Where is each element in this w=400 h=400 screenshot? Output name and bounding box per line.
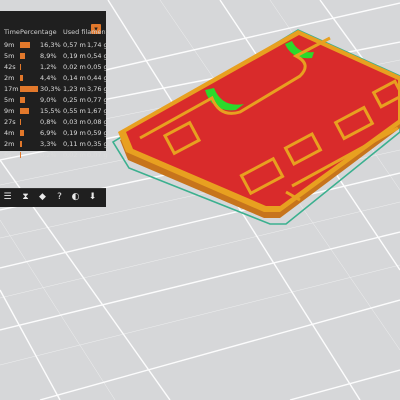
legend-row: 2m 4,4% 0,14 m 0,44 g [0,73,108,84]
legend-row: 5m 9,0% 0,25 m 0,77 g [0,95,108,106]
sphere-icon[interactable]: ◐ [70,192,81,203]
row-percent: 1,2% [40,63,57,71]
row-length: 0,03 m [63,118,86,126]
row-length: 0,19 m [63,52,86,60]
row-time: 6s [4,151,12,159]
row-time: 9m [4,41,15,49]
row-time: 9m [4,107,15,115]
legend-row: 4m 6,9% 0,19 m 0,59 g [0,128,108,139]
row-percent: 6,9% [40,129,57,137]
row-percent: 16,3% [40,41,61,49]
row-length: 0,14 m [63,74,86,82]
legend-row: 2m 3,3% 0,11 m 0,35 g [0,139,108,150]
view-toolbar: ☰ ⧗ ◆ ? ◐ ⬇ [0,188,106,207]
legend-row: 9m 15,5% 0,55 m 1,67 g [0,106,108,117]
row-time: 27s [4,118,16,126]
column-used-filament: Used filament [63,28,109,36]
legend-row: 42s 1,2% 0,02 m 0,05 g [0,62,108,73]
percentage-bar [20,119,21,125]
row-percent: 3,3% [40,140,57,148]
legend-row: 27s 0,8% 0,03 m 0,08 g [0,117,108,128]
percentage-bar [20,75,23,81]
legend-row: 9m 16,3% 0,57 m 1,74 g [0,40,108,51]
row-weight: 1,67 g [87,107,108,115]
legend-header: Time Percentage Used filament [0,28,109,38]
row-percent: 0,2% [40,151,57,159]
row-weight: 0,44 g [87,74,108,82]
percentage-bar [20,64,21,70]
row-percent: 8,9% [40,52,57,60]
row-time: 5m [4,52,15,60]
row-percent: 4,4% [40,74,57,82]
percentage-bar [20,97,26,103]
row-time: 2m [4,74,15,82]
row-weight: 0,07 g [87,151,108,159]
row-length: 0,25 m [63,96,86,104]
percentage-bar [20,53,26,59]
percentage-bar [20,42,30,48]
row-time: 17m [4,85,19,93]
row-weight: 0,35 g [87,140,108,148]
layers-icon[interactable]: ☰ [2,192,13,203]
row-weight: 1,74 g [87,41,108,49]
legend-row: 17m 30,3% 1,23 m 3,76 g [0,84,108,95]
column-percentage: Percentage [20,28,57,36]
row-time: 2m [4,140,15,148]
row-time: 42s [4,63,16,71]
legend-row: 5m 8,9% 0,19 m 0,54 g [0,51,108,62]
percentage-bar [20,152,21,158]
percentage-bar [20,86,38,92]
row-length: 1,23 m [63,85,86,93]
row-length: 0,19 m [63,129,86,137]
row-length: 0,02 m [63,63,86,71]
row-percent: 0,8% [40,118,57,126]
row-percent: 9,0% [40,96,57,104]
row-weight: 0,54 g [87,52,108,60]
percentage-bar [20,141,22,147]
download-icon[interactable]: ⬇ [87,192,98,203]
row-weight: 0,59 g [87,129,108,137]
row-percent: 15,5% [40,107,61,115]
percentage-bar [20,108,30,114]
column-time: Time [4,28,20,36]
legend-panel: ▾ Time Percentage Used filament 9m 16,3% 0… [0,11,109,159]
row-length: 0,02 m [63,151,86,159]
row-percent: 30,3% [40,85,61,93]
unknown-icon[interactable]: ? [54,192,65,203]
row-weight: 0,08 g [87,118,108,126]
row-time: 4m [4,129,15,137]
row-weight: 3,76 g [87,85,108,93]
hourglass-icon[interactable]: ⧗ [20,192,31,203]
legend-row: 6s 0,2% 0,02 m 0,07 g [0,150,108,161]
percentage-bar [20,130,25,136]
row-length: 0,57 m [63,41,86,49]
row-weight: 0,05 g [87,63,108,71]
row-length: 0,55 m [63,107,86,115]
row-time: 5m [4,96,15,104]
row-weight: 0,77 g [87,96,108,104]
cube-icon[interactable]: ◆ [37,192,48,203]
row-length: 0,11 m [63,140,86,148]
